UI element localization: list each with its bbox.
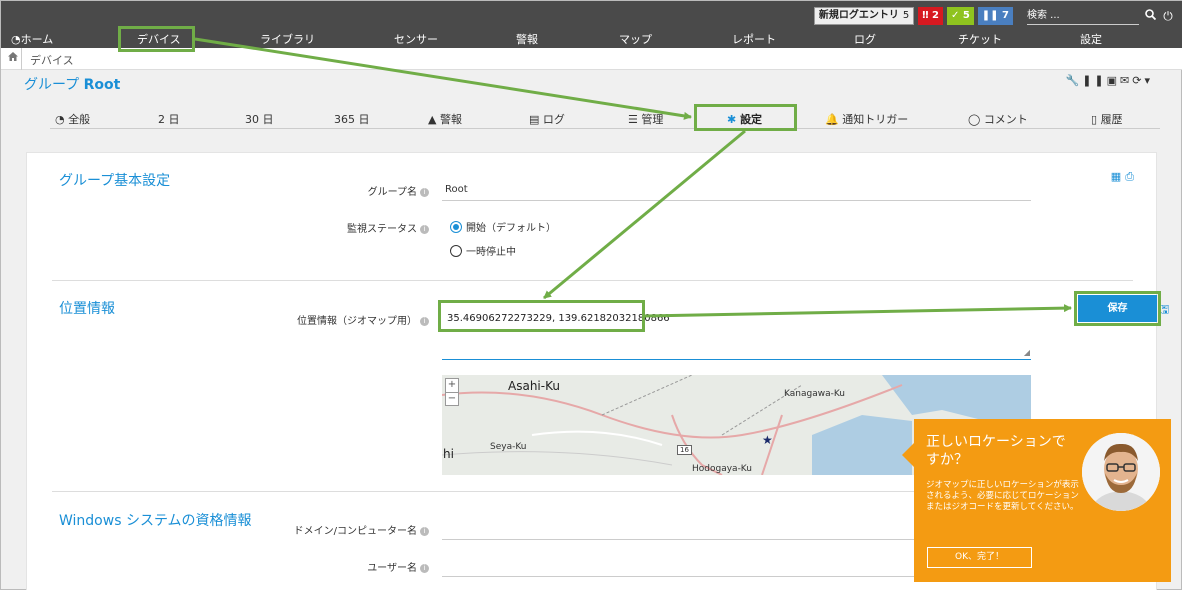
annotation-arrows	[194, 37, 1072, 318]
